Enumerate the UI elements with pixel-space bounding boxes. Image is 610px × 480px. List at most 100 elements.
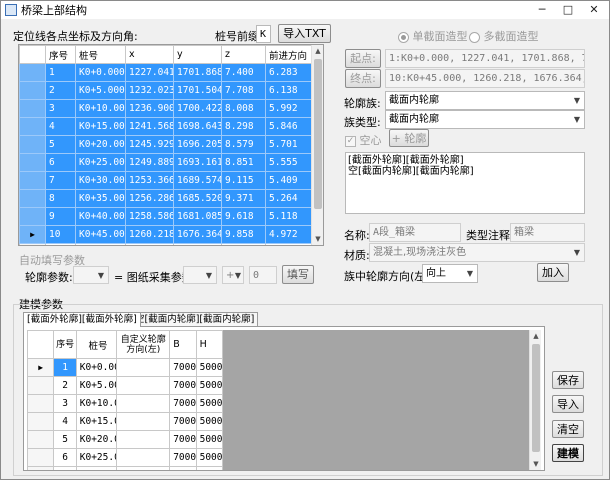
cell-station[interactable]: K0+5.000 (75, 81, 126, 100)
cell-custom[interactable] (116, 430, 171, 449)
row-header[interactable] (19, 207, 46, 226)
cell-b[interactable]: 7000 (169, 448, 197, 467)
cell-dir[interactable]: 5.264 (265, 189, 314, 208)
current-row-arrow-icon[interactable]: ▶ (27, 358, 55, 377)
cell-station[interactable]: K0+40.000 (75, 207, 126, 226)
maximize-button[interactable]: □ (555, 2, 581, 18)
contour-family-select[interactable]: 截面内轮廓 ▼ (385, 91, 585, 110)
cell-station[interactable]: K0+25.000 (75, 153, 126, 172)
cell-custom[interactable] (116, 412, 171, 431)
cell-no[interactable]: 9 (45, 207, 76, 226)
cell-b[interactable]: 7000 (169, 376, 197, 395)
cell-h[interactable]: 5000 (195, 430, 224, 449)
coords-table-row[interactable]: 7 K0+30.000 1253.366 1689.574 9.115 5.409 (19, 171, 314, 190)
save-button[interactable]: 保存 (552, 371, 584, 389)
scroll-up-icon[interactable]: ▲ (530, 330, 541, 342)
coords-table-row[interactable]: 5 K0+20.000 1245.929 1696.205 8.579 5.701 (19, 135, 314, 154)
tab-inner-contour[interactable]: 空[截面内轮廓][截面内轮廓] (131, 312, 259, 326)
scroll-thumb[interactable] (314, 59, 322, 209)
cell-z[interactable]: 9.115 (221, 171, 266, 190)
modeling-table-row[interactable]: 6K0+25.000 70005000 (27, 448, 224, 467)
cell-station[interactable]: K0+25.000 (75, 448, 118, 467)
close-button[interactable]: ✕ (581, 2, 607, 18)
direction-select[interactable]: 向上 ▼ (422, 264, 478, 283)
coords-table-row[interactable]: 11K0+50.0001261.1481671.45610.0894.827 (19, 243, 314, 245)
cell-no[interactable]: 4 (53, 412, 77, 431)
col-header-station[interactable]: 桩号 (75, 330, 118, 359)
cell-h[interactable]: 5000 (195, 358, 224, 377)
multi-section-radio[interactable]: 多截面造型 (469, 28, 539, 44)
row-header[interactable] (19, 99, 46, 118)
cell-y[interactable]: 1671.456 (173, 243, 222, 245)
coords-table-row[interactable]: 2 K0+5.000 1232.023 1701.504 7.708 6.138 (19, 81, 314, 100)
cell-b[interactable]: 7000 (169, 466, 197, 470)
coords-table-row[interactable]: 1 K0+0.000 1227.041 1701.868 7.400 6.283 (19, 63, 314, 82)
cell-x[interactable]: 1227.041 (125, 63, 174, 82)
cell-custom[interactable] (116, 358, 171, 377)
add-contour-button[interactable]: + 轮廓 (389, 129, 429, 147)
cell-x[interactable]: 1258.586 (125, 207, 174, 226)
cell-station[interactable]: K0+15.000 (75, 117, 126, 136)
operator-select[interactable]: + ▼ (222, 266, 244, 284)
cell-no[interactable]: 3 (53, 394, 77, 413)
cell-station[interactable]: K0+10.000 (75, 99, 126, 118)
cell-dir[interactable]: 5.409 (265, 171, 314, 190)
cell-x[interactable]: 1260.218 (125, 225, 174, 244)
cell-b[interactable]: 7000 (169, 412, 197, 431)
row-header[interactable] (19, 153, 46, 172)
cell-h[interactable]: 5000 (195, 412, 224, 431)
minimize-button[interactable]: ─ (529, 2, 555, 18)
cell-no[interactable]: 1 (53, 358, 77, 377)
cell-z[interactable]: 9.858 (221, 225, 266, 244)
cell-z[interactable]: 7.400 (221, 63, 266, 82)
col-header-station[interactable]: 桩号 (75, 45, 126, 64)
coords-table-row[interactable]: 4 K0+15.000 1241.568 1698.643 8.298 5.846 (19, 117, 314, 136)
cell-z[interactable]: 9.618 (221, 207, 266, 226)
cell-dir[interactable]: 5.555 (265, 153, 314, 172)
coords-table-row[interactable]: 6 K0+25.000 1249.889 1693.161 8.851 5.555 (19, 153, 314, 172)
col-header-direction[interactable]: 前进方向 (265, 45, 314, 64)
cell-dir[interactable]: 5.846 (265, 117, 314, 136)
clear-button[interactable]: 清空 (552, 420, 584, 438)
cell-station[interactable]: K0+15.000 (75, 412, 118, 431)
cell-no[interactable]: 6 (53, 448, 77, 467)
cell-no[interactable]: 5 (45, 135, 76, 154)
cell-x[interactable]: 1256.286 (125, 189, 174, 208)
modeling-grid[interactable]: 序号 桩号 自定义轮廓方向(左) B H ▶1K0+0.000700050002… (27, 330, 541, 470)
cell-y[interactable]: 1689.574 (173, 171, 222, 190)
import-button[interactable]: 导入 (552, 395, 584, 413)
prefix-input[interactable]: K (256, 25, 271, 43)
row-header[interactable] (19, 171, 46, 190)
cell-y[interactable]: 1685.520 (173, 189, 222, 208)
coords-table-row[interactable]: ▶ 10 K0+45.000 1260.218 1676.364 9.858 4.972 (19, 225, 314, 244)
fill-button[interactable]: 填写 (282, 265, 314, 284)
cell-y[interactable]: 1696.205 (173, 135, 222, 154)
scroll-up-icon[interactable]: ▲ (312, 45, 323, 57)
col-header-x[interactable]: x (125, 45, 174, 64)
contour-param-select[interactable]: ▼ (73, 266, 109, 284)
col-header-custom-direction[interactable]: 自定义轮廓方向(左) (116, 330, 171, 359)
cell-h[interactable]: 5000 (195, 448, 224, 467)
drawing-param-select[interactable]: ▼ (183, 266, 217, 284)
cell-station[interactable]: K0+35.000 (75, 189, 126, 208)
cell-z[interactable]: 8.851 (221, 153, 266, 172)
cell-z[interactable]: 8.008 (221, 99, 266, 118)
tab-outer-contour[interactable]: [截面外轮廓][截面外轮廓] (23, 312, 141, 327)
row-header[interactable] (19, 117, 46, 136)
family-type-select[interactable]: 截面内轮廓 ▼ (385, 110, 585, 129)
type-note-field[interactable]: 箱梁 (510, 223, 585, 242)
cell-no[interactable]: 11 (45, 243, 76, 245)
row-header[interactable] (19, 135, 46, 154)
cell-custom[interactable] (116, 466, 171, 470)
cell-no[interactable]: 3 (45, 99, 76, 118)
cell-no[interactable]: 2 (45, 81, 76, 100)
single-section-radio[interactable]: 单截面造型 (398, 28, 468, 44)
row-header[interactable] (19, 243, 46, 245)
row-header[interactable] (27, 466, 55, 470)
row-header[interactable] (27, 376, 55, 395)
cell-station[interactable]: K0+20.000 (75, 135, 126, 154)
scroll-down-icon[interactable]: ▼ (312, 233, 323, 245)
cell-station[interactable]: K0+30.000 (75, 466, 118, 470)
coords-table-row[interactable]: 9 K0+40.000 1258.586 1681.085 9.618 5.118 (19, 207, 314, 226)
cell-dir[interactable]: 4.972 (265, 225, 314, 244)
